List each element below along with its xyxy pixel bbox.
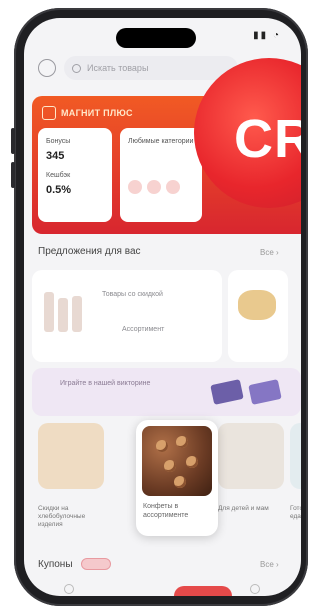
offers-title: Предложения для вас <box>38 246 141 257</box>
quiz-promo-strip[interactable]: Играйте в нашей викторине <box>32 368 301 416</box>
product-tile[interactable] <box>218 423 284 489</box>
chocolate-image <box>248 379 282 405</box>
coupons-see-all[interactable]: Все › <box>260 560 279 569</box>
highlighted-product-card[interactable]: Конфеты в ассортименте <box>136 420 218 536</box>
search-bar: Искать товары <box>38 54 238 82</box>
cart-button[interactable] <box>174 586 232 596</box>
chocolate-box-image <box>142 426 212 496</box>
truffle <box>176 436 188 448</box>
volume-down-button <box>11 162 15 188</box>
truffle <box>174 476 186 488</box>
bonus-card[interactable]: Бонусы 345 Кешбэк 0.5% <box>38 128 112 222</box>
truffle <box>164 460 176 472</box>
bonus-label: Бонусы <box>46 138 71 145</box>
search-input[interactable]: Искать товары <box>64 56 238 80</box>
coupons-badge <box>80 558 111 570</box>
cr-badge-text: CR <box>234 109 301 169</box>
search-placeholder: Искать товары <box>87 63 149 73</box>
offers-see-all[interactable]: Все › <box>260 248 279 257</box>
loyalty-title-text: МАГНИТ ПЛЮС <box>61 108 133 118</box>
coupons-header: Купоны <box>38 558 111 570</box>
product-tile[interactable] <box>290 423 301 489</box>
chocolate-image <box>210 379 244 405</box>
search-icon <box>72 63 81 73</box>
cookie-image <box>238 290 276 320</box>
product-bottle <box>44 292 54 332</box>
offer-card[interactable]: Товары со скидкой Ассортимент <box>32 270 222 362</box>
product-caption: Готовая еда <box>290 505 301 521</box>
product-tile[interactable] <box>38 423 104 489</box>
product-caption: Скидки на хлебобулочные изделия <box>38 505 86 529</box>
dynamic-island <box>116 28 196 48</box>
bonus-value: 345 <box>46 150 65 162</box>
cashback-label: Кешбэк <box>46 172 71 179</box>
home-tab-icon[interactable] <box>64 584 74 594</box>
offer-link[interactable]: Ассортимент <box>122 326 164 333</box>
globe-icon[interactable] <box>38 59 56 77</box>
chat-tab-icon[interactable] <box>250 584 260 594</box>
bottom-tab-bar <box>24 578 301 596</box>
category-chip[interactable] <box>147 180 161 194</box>
category-chips <box>128 180 185 199</box>
cashback-value: 0.5% <box>46 184 72 196</box>
product-bottle <box>72 296 82 332</box>
app-screen: ▮▮ ◔ Искать товары МАГНИТ ПЛЮС Бонусы 34… <box>24 18 301 596</box>
favorites-label: Любимые категории <box>128 138 194 145</box>
offer-text: Товары со скидкой <box>102 291 163 298</box>
volume-up-button <box>11 128 15 154</box>
category-chip[interactable] <box>128 180 142 194</box>
product-caption: Для детей и мам <box>218 505 269 512</box>
truffle <box>186 456 198 468</box>
coupons-title: Купоны <box>38 558 73 570</box>
loyalty-logo-icon <box>42 106 56 120</box>
truffle <box>156 440 168 452</box>
product-bottle <box>58 298 68 332</box>
status-icons: ▮▮ ◔ <box>253 30 281 41</box>
category-chip[interactable] <box>166 180 180 194</box>
favorite-categories-card[interactable]: Любимые категории <box>120 128 202 222</box>
quiz-promo-text: Играйте в нашей викторине <box>60 380 151 387</box>
loyalty-title: МАГНИТ ПЛЮС <box>42 106 133 120</box>
highlighted-product-caption: Конфеты в ассортименте <box>143 503 189 520</box>
offer-card-secondary[interactable] <box>228 270 288 362</box>
